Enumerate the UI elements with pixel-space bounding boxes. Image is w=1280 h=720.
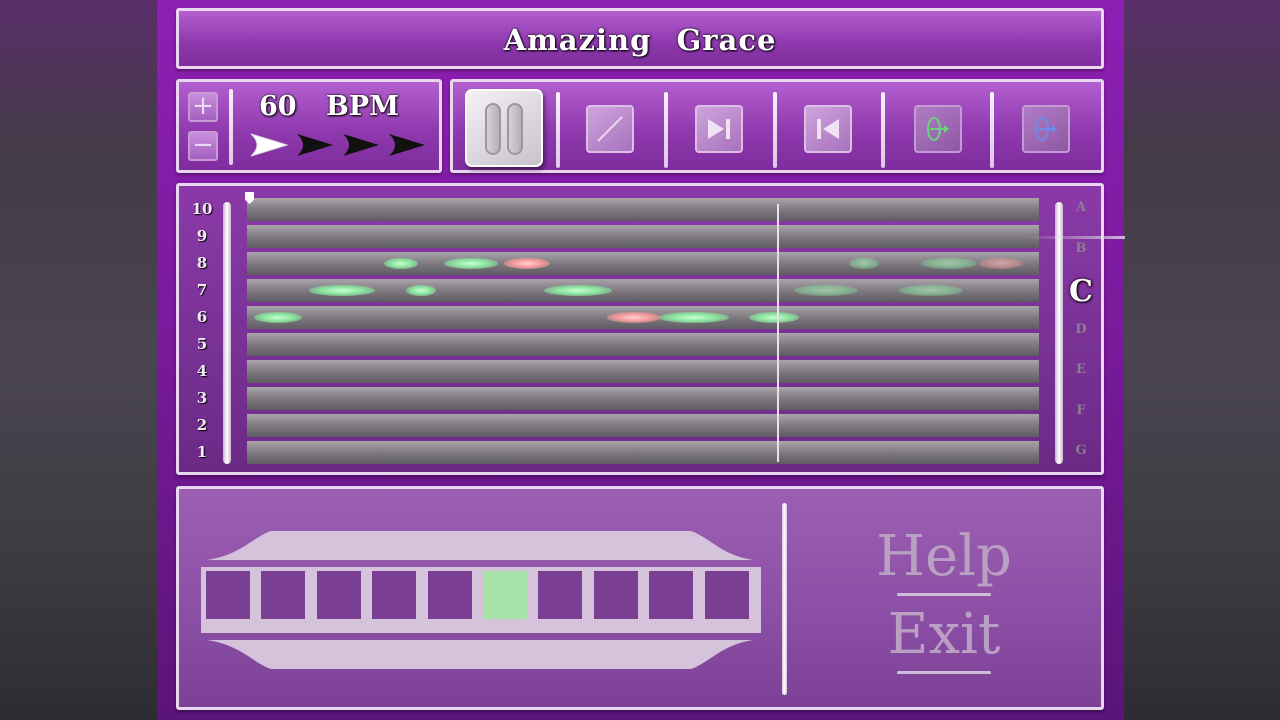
blow-note (921, 258, 977, 269)
harmonica-hole-2 (261, 571, 306, 619)
title-bar: Amazing Grace (176, 8, 1104, 69)
playhead (777, 204, 779, 462)
beat-indicator (250, 133, 425, 157)
help-underline (897, 593, 991, 596)
pencil-slash-icon (597, 116, 623, 142)
light-streak (1025, 236, 1125, 239)
harmonica-hole-3 (316, 571, 361, 619)
app-window: Amazing Grace + − 60 BPM 10 9 8 7 6 5 4 … (157, 0, 1125, 720)
harmonica-graphic (201, 525, 761, 675)
hole-number-label: 5 (196, 335, 208, 353)
harmonica-hole-10 (704, 571, 749, 619)
tempo-decrease-button[interactable]: − (188, 131, 218, 161)
harmonica-draw-icon (1035, 117, 1057, 141)
note-letter-f: F (1076, 402, 1086, 418)
skip-to-end-icon (708, 119, 730, 139)
exit-label: Exit (887, 602, 1001, 667)
staff-right-rail (1055, 202, 1063, 464)
staff-lane (247, 333, 1039, 356)
toolbar-divider (990, 92, 994, 168)
beat-arrow-icon (343, 134, 379, 156)
blow-note (406, 285, 436, 296)
hole-number-label: 6 (196, 308, 208, 326)
background-left (0, 0, 157, 720)
edit-button[interactable] (586, 105, 634, 153)
blow-note (849, 258, 879, 269)
harmonica-hole-4 (372, 571, 417, 619)
toolbar-divider (881, 92, 885, 168)
pause-icon (507, 103, 523, 155)
background-right (1124, 0, 1280, 720)
staff-lane (247, 441, 1039, 464)
beat-arrow-icon (297, 134, 333, 156)
blow-note (749, 312, 799, 323)
staff-left-rail (223, 202, 231, 464)
hole-number-label: 2 (196, 416, 208, 434)
blow-mode-button[interactable] (914, 105, 962, 153)
note-staff: 10 9 8 7 6 5 4 3 2 1 A B CD E F G (176, 183, 1125, 475)
blow-note (384, 258, 418, 269)
beat-arrow-icon (389, 134, 425, 156)
bpm-display: 60 BPM (259, 91, 399, 122)
skip-to-start-icon (817, 119, 839, 139)
note-letter-g: G (1075, 443, 1087, 458)
note-letter-b: B (1075, 240, 1087, 256)
toolbar-divider (556, 92, 560, 168)
hole-number-label: 10 (191, 200, 213, 218)
staff-lane (247, 414, 1039, 437)
staff-lane (247, 360, 1039, 383)
toolbar-divider (773, 92, 777, 168)
staff-area: 10 9 8 7 6 5 4 3 2 1 A B CD E F G (179, 186, 1101, 472)
staff-lane (247, 198, 1039, 221)
song-title: Amazing Grace (503, 23, 777, 57)
tempo-panel: + − 60 BPM (176, 79, 442, 173)
note-letter-c: C (1069, 274, 1093, 309)
blow-note (899, 285, 963, 296)
pause-button[interactable] (465, 89, 543, 167)
exit-underline (897, 671, 991, 674)
harmonica-hole-8 (593, 571, 638, 619)
harmonica-hole-6 (483, 571, 527, 619)
harmonica-hole-1 (206, 571, 250, 619)
hole-number-label: 1 (196, 443, 208, 461)
skip-back-button[interactable] (804, 105, 852, 153)
exit-link[interactable]: Exit (819, 605, 1069, 674)
bottom-panel: Help Exit (176, 486, 1104, 710)
harmonica-hole-5 (427, 571, 472, 619)
hole-number-label: 3 (196, 389, 208, 407)
blow-note (544, 285, 612, 296)
help-link[interactable]: Help (819, 527, 1069, 596)
draw-note (504, 258, 550, 269)
pause-icon (485, 103, 501, 155)
tempo-increase-button[interactable]: + (188, 92, 218, 122)
blow-note (444, 258, 498, 269)
staff-lane (247, 225, 1039, 248)
bottom-divider (782, 503, 787, 695)
note-letter-a: A (1075, 200, 1087, 215)
staff-lane (247, 387, 1039, 410)
draw-note (979, 258, 1023, 269)
help-label: Help (876, 524, 1012, 589)
draw-note (607, 312, 661, 323)
harmonica-hole-9 (649, 571, 694, 619)
hole-number-label: 9 (196, 227, 208, 245)
note-letter-d: D (1075, 321, 1087, 337)
note-letter-e: E (1076, 362, 1086, 377)
blow-note (794, 285, 858, 296)
hole-number-label: 8 (196, 254, 208, 272)
blow-note (309, 285, 375, 296)
tempo-divider (229, 89, 233, 165)
hole-number-label: 7 (196, 281, 208, 299)
skip-forward-button[interactable] (695, 105, 743, 153)
transport-toolbar (450, 79, 1104, 173)
blow-note (254, 312, 302, 323)
draw-mode-button[interactable] (1022, 105, 1070, 153)
harmonica-blow-icon (927, 117, 949, 141)
toolbar-divider (664, 92, 668, 168)
hole-number-label: 4 (196, 362, 208, 380)
blow-note (659, 312, 729, 323)
beat-arrow-icon (250, 133, 289, 157)
harmonica-hole-7 (538, 571, 583, 619)
